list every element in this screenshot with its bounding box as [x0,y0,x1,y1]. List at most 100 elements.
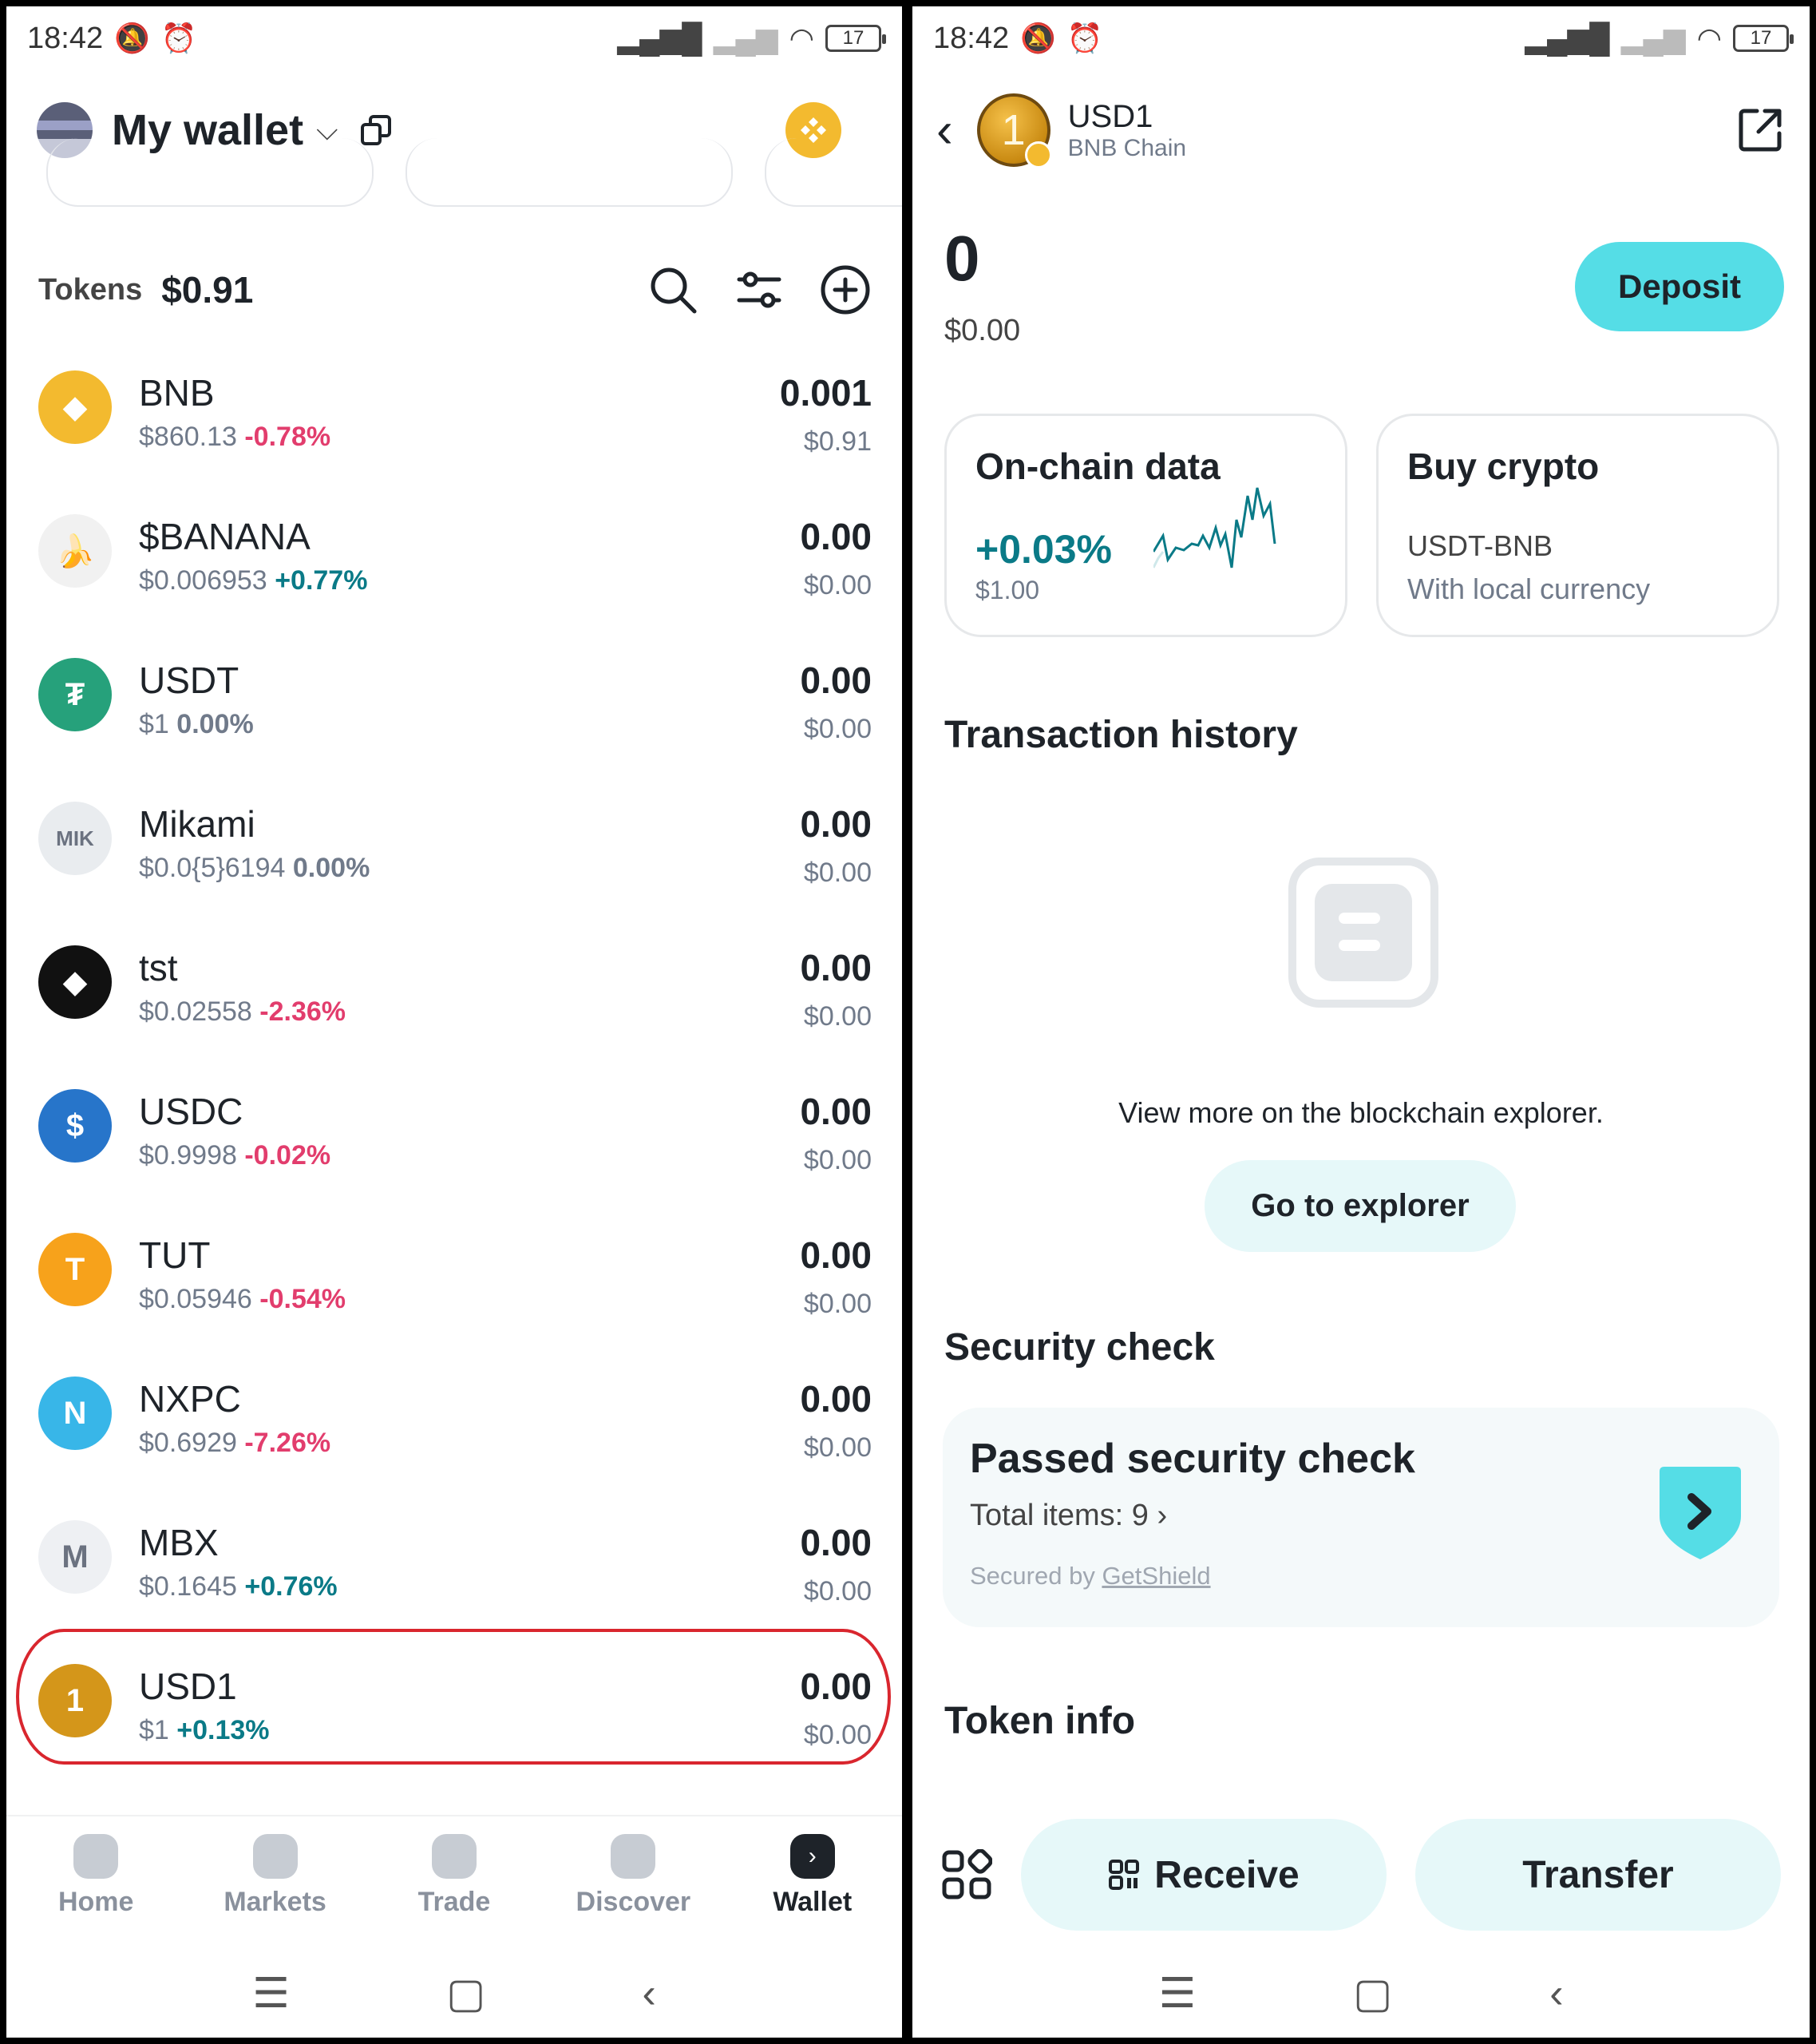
sparkline-chart [1153,487,1276,568]
token-name: USDT [139,660,239,701]
copy-icon[interactable] [360,114,392,146]
tokens-label: Tokens [38,272,143,307]
token-price-line: $0.9998 -0.02% [139,1140,800,1171]
nav-home[interactable]: Home [16,1833,176,1918]
token-name: Mikami [139,803,255,845]
token-balance: 0.00 [800,803,872,845]
token-change: -2.36% [259,996,346,1027]
alarm-icon: ⏰ [160,22,197,54]
back-arrow-icon[interactable]: ‹ [936,102,953,159]
token-detail-screen: 18:42 🔕 ⏰ ▂▄▆█ ▂▄▆ ◠ 17 ‹ 1 USD1 BNB Cha… [912,6,1810,2038]
token-row-usdt[interactable]: ₮ USDT $1 0.00% 0.00 $0.00 [6,629,902,773]
token-balance: 0.00 [800,1234,872,1276]
token-row-tut[interactable]: T TUT $0.05946 -0.54% 0.00 $0.00 [6,1204,902,1348]
menu-icon[interactable]: ☰ [1158,1970,1196,2018]
getshield-link[interactable]: GetShield [1102,1562,1210,1590]
home-square-icon[interactable]: ▢ [1353,1970,1392,2018]
token-price: $0.02558 [139,996,252,1027]
pill-3[interactable] [765,138,902,207]
back-icon[interactable]: ‹ [1549,1970,1563,2018]
signal-2-icon: ▂▄▆ [1620,22,1686,54]
explorer-text: View more on the blockchain explorer. [1118,1096,1604,1129]
back-icon[interactable]: ‹ [643,1970,656,2018]
security-card[interactable]: Passed security check Total items: 9 › S… [943,1408,1779,1627]
signal-icon: ▂▄▆█ [1525,22,1610,54]
token-price-line: $860.13 -0.78% [139,422,780,453]
qr-code-icon [1109,1860,1140,1890]
status-time: 18:42 [27,21,104,55]
token-price-line: $0.6929 -7.26% [139,1428,800,1459]
token-price-line: $0.02558 -2.36% [139,996,800,1028]
token-price: $0.006953 [139,565,267,596]
pill-1[interactable] [46,138,374,207]
token-value: $0.00 [803,858,872,888]
token-price: $860.13 [139,422,237,452]
token-price-line: $0.006953 +0.77% [139,565,800,596]
chevron-right-icon: › [1157,1499,1168,1532]
token-row-bnb[interactable]: ◆ BNB $860.13 -0.78% 0.001 $0.91 [6,342,902,485]
wallet-screen: 18:42 🔕 ⏰ ▂▄▆█ ▂▄▆ ◠ 17 My wallet ⌵ Toke… [6,6,902,2038]
token-change: +0.76% [244,1571,338,1602]
token-price: $0.0{5}6194 [139,853,286,883]
menu-icon[interactable]: ☰ [252,1970,290,2018]
search-icon[interactable] [647,263,699,316]
usdt-icon: ₮ [38,658,112,731]
tx-history-title: Transaction history [944,714,1298,756]
token-row-tst[interactable]: ◆ tst $0.02558 -2.36% 0.00 $0.00 [6,917,902,1060]
buy-crypto-card[interactable]: Buy crypto USDT-BNB With local currency [1376,414,1779,637]
transfer-label: Transfer [1522,1853,1674,1896]
token-info-title: Token info [944,1700,1136,1742]
token-value: $0.00 [803,1432,872,1463]
shield-arrow-icon[interactable] [1653,1464,1747,1563]
signal-icon: ▂▄▆█ [617,22,702,54]
token-price: $1 [139,709,169,739]
discover-icon [611,1833,656,1879]
nav-label: Discover [576,1886,691,1917]
secured-by: Secured by GetShield [970,1562,1211,1590]
receive-button[interactable]: Receive [1021,1819,1387,1931]
onchain-data-card[interactable]: On-chain data +0.03% $1.00 [944,414,1347,637]
token-value: $0.00 [803,1001,872,1032]
apps-grid-icon[interactable] [941,1849,992,1900]
nav-discover[interactable]: Discover [553,1833,713,1918]
transfer-button[interactable]: Transfer [1415,1819,1781,1931]
mbx-icon: M [38,1520,112,1594]
banana-icon: 🍌 [38,514,112,588]
system-nav: ☰ ▢ ‹ [6,1950,902,2038]
token-name: NXPC [139,1378,241,1420]
nav-wallet[interactable]: › Wallet [733,1833,892,1918]
token-balance: 0.00 [800,1522,872,1563]
token-row-usdc[interactable]: $ USDC $0.9998 -0.02% 0.00 $0.00 [6,1060,902,1204]
external-link-icon[interactable] [1735,105,1786,156]
token-change: 0.00% [292,853,370,883]
token-value: $0.00 [803,570,872,600]
token-row-nxpc[interactable]: N NXPC $0.6929 -7.26% 0.00 $0.00 [6,1348,902,1491]
filter-icon[interactable] [733,263,785,316]
token-row-mbx[interactable]: M MBX $0.1645 +0.76% 0.00 $0.00 [6,1491,902,1635]
token-balance: 0.00 [800,516,872,557]
token-value: $0.91 [803,426,872,457]
tokens-bar: Tokens $0.91 [38,254,872,326]
token-balance-usd: $0.00 [944,314,1021,347]
status-bar: 18:42 🔕 ⏰ ▂▄▆█ ▂▄▆ ◠ 17 [912,6,1810,70]
token-name: USDC [139,1091,243,1132]
token-price-line: $1 0.00% [139,709,800,740]
pill-2[interactable] [406,138,733,207]
token-name: TUT [139,1234,211,1276]
nav-label: Wallet [773,1886,853,1917]
go-to-explorer-button[interactable]: Go to explorer [1205,1160,1516,1252]
nxpc-icon: N [38,1377,112,1450]
receive-label: Receive [1154,1853,1300,1896]
battery-icon: 17 [825,25,886,52]
token-row-banana[interactable]: 🍌 $BANANA $0.006953 +0.77% 0.00 $0.00 [6,485,902,629]
home-square-icon[interactable]: ▢ [446,1970,485,2018]
token-balance: 0 [944,223,980,294]
token-change: -7.26% [244,1428,331,1458]
nav-markets[interactable]: Markets [196,1833,355,1918]
action-pills [38,138,902,218]
nav-trade[interactable]: Trade [374,1833,534,1918]
security-items[interactable]: Total items: 9 › [970,1499,1752,1533]
add-token-icon[interactable] [819,263,872,316]
deposit-button[interactable]: Deposit [1575,242,1784,331]
token-row-mikami[interactable]: MIK Mikami $0.0{5}6194 0.00% 0.00 $0.00 [6,773,902,917]
